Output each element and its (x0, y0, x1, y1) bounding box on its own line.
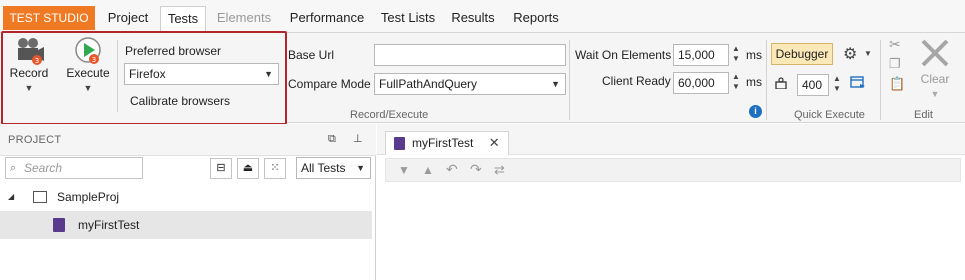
execute-button[interactable]: 3 Execute ▼ (64, 36, 112, 102)
redo-icon[interactable]: ↷ (470, 161, 482, 178)
tab-reports[interactable]: Reports (508, 6, 564, 30)
collapse-all-button[interactable]: ⊟ (210, 158, 232, 179)
edit-group-caption: Edit (914, 109, 933, 121)
test-file-icon (394, 137, 405, 150)
undo-icon[interactable]: ↶ (446, 161, 458, 178)
project-icon (33, 191, 47, 203)
nodes-icon: ⁙ (270, 162, 280, 174)
client-ready-unit: ms (746, 75, 762, 89)
quick-execute-stepper[interactable]: ▲ ▼ (831, 74, 843, 96)
upload-icon: ⏏ (242, 162, 254, 174)
tab-tests[interactable]: Tests (160, 6, 206, 34)
clear-icon (912, 36, 958, 72)
svg-text:3: 3 (92, 56, 96, 64)
svg-text:3: 3 (35, 57, 39, 65)
test-file-icon (53, 218, 65, 232)
ribbon-separator (880, 40, 881, 120)
project-panel: PROJECT ⧉ ⊥ ⌕ Search ⊟ ⏏ ⁙ All Tests ▼ ◢… (0, 124, 376, 280)
chevron-down-icon: ▼ (551, 79, 560, 89)
collapse-icon: ⊟ (216, 162, 226, 174)
ribbon-separator (117, 40, 118, 112)
compare-mode-label: Compare Mode (288, 77, 371, 91)
editor-panel: myFirstTest ✕ ▼ ▲ ↶ ↷ ⇄ (377, 124, 965, 280)
tab-elements[interactable]: Elements (212, 6, 276, 30)
tests-filter-select[interactable]: All Tests ▼ (296, 157, 371, 179)
wait-on-elements-unit: ms (746, 48, 762, 62)
refresh-icon[interactable]: ⇄ (494, 162, 505, 178)
clear-button[interactable]: Clear ▼ (912, 36, 958, 106)
clear-dropdown-caret[interactable]: ▼ (931, 89, 940, 99)
close-icon[interactable]: ✕ (489, 135, 500, 150)
tab-results[interactable]: Results (446, 6, 500, 30)
pin-icon[interactable]: ⊥ (353, 132, 363, 145)
preferred-browser-select[interactable]: Firefox ▼ (124, 63, 279, 85)
tab-test-lists[interactable]: Test Lists (376, 6, 440, 30)
ribbon-separator (569, 40, 570, 120)
float-window-icon[interactable]: ⧉ (328, 133, 336, 146)
execute-icon: 3 (64, 36, 112, 66)
preferred-browser-value: Firefox (129, 67, 166, 81)
quick-execute-group-caption: Quick Execute (794, 109, 865, 121)
execute-dropdown-caret[interactable]: ▼ (84, 83, 93, 93)
info-icon[interactable]: i (749, 105, 762, 118)
client-ready-stepper[interactable]: ▲ ▼ (730, 72, 742, 94)
paste-icon[interactable]: 📋 (889, 76, 905, 92)
project-panel-title: PROJECT (8, 134, 62, 146)
wait-on-elements-label: Wait On Elements (575, 48, 672, 62)
project-search-input[interactable]: ⌕ Search (5, 157, 143, 179)
collapse-triangle-icon[interactable]: ◢ (8, 183, 14, 211)
tab-performance[interactable]: Performance (284, 6, 370, 30)
tree-item-label: SampleProj (57, 190, 120, 204)
record-execute-group-caption: Record/Execute (350, 109, 429, 121)
ribbon-separator (766, 40, 767, 120)
tree-item-test[interactable]: myFirstTest (0, 211, 372, 239)
tab-project[interactable]: Project (98, 6, 158, 30)
client-ready-label: Client Ready (602, 74, 671, 88)
compare-mode-select[interactable]: FullPathAndQuery ▼ (374, 73, 566, 95)
calibrate-browsers-button[interactable]: Calibrate browsers (130, 94, 230, 108)
base-url-input[interactable] (374, 44, 566, 66)
preferred-browser-label: Preferred browser (125, 44, 222, 58)
editor-tab-label: myFirstTest (412, 136, 474, 150)
app-brand-tab[interactable]: TEST STUDIO (3, 6, 95, 30)
clear-label: Clear (920, 72, 950, 86)
group-view-button[interactable]: ⁙ (264, 158, 286, 179)
chevron-down-icon[interactable]: ▼ (864, 49, 872, 58)
project-panel-header: PROJECT ⧉ ⊥ (0, 124, 376, 156)
cut-icon[interactable]: ✂ (889, 36, 901, 53)
tree-item-project[interactable]: ◢ SampleProj (0, 183, 372, 211)
client-ready-input[interactable]: 60,000 (673, 72, 729, 94)
tree-item-label: myFirstTest (78, 218, 140, 232)
menu-bar: TEST STUDIO Project Tests Elements Perfo… (0, 0, 965, 34)
execute-label: Execute (66, 66, 110, 80)
tests-filter-value: All Tests (301, 161, 346, 175)
move-down-icon[interactable]: ▼ (398, 163, 410, 177)
gear-icon[interactable]: ⚙ (843, 44, 857, 64)
copy-icon[interactable]: ❐ (889, 56, 901, 72)
editor-tab-strip: myFirstTest ✕ (377, 124, 965, 155)
wait-on-elements-stepper[interactable]: ▲ ▼ (730, 44, 742, 66)
record-button[interactable]: 3 Record ▼ (6, 36, 52, 102)
editor-tab-myfirsttest[interactable]: myFirstTest ✕ (385, 131, 509, 155)
wait-on-elements-input[interactable]: 15,000 (673, 44, 729, 66)
move-up-icon[interactable]: ▲ (422, 163, 434, 177)
record-icon: 3 (6, 36, 52, 66)
debugger-toggle[interactable]: Debugger (771, 43, 833, 65)
record-label: Record (9, 66, 49, 80)
search-icon: ⌕ (10, 162, 17, 174)
editor-toolbar: ▼ ▲ ↶ ↷ ⇄ (385, 158, 961, 182)
project-search-placeholder: Search (24, 161, 63, 175)
chevron-down-icon: ▼ (264, 69, 273, 79)
chevron-down-icon: ▼ (356, 163, 365, 173)
weight-icon (775, 77, 787, 90)
quick-execute-input[interactable]: 400 (797, 74, 829, 96)
upload-button[interactable]: ⏏ (237, 158, 259, 179)
base-url-label: Base Url (288, 48, 335, 62)
record-dropdown-caret[interactable]: ▼ (25, 83, 34, 93)
open-window-icon[interactable] (850, 76, 866, 90)
compare-mode-value: FullPathAndQuery (379, 77, 478, 91)
